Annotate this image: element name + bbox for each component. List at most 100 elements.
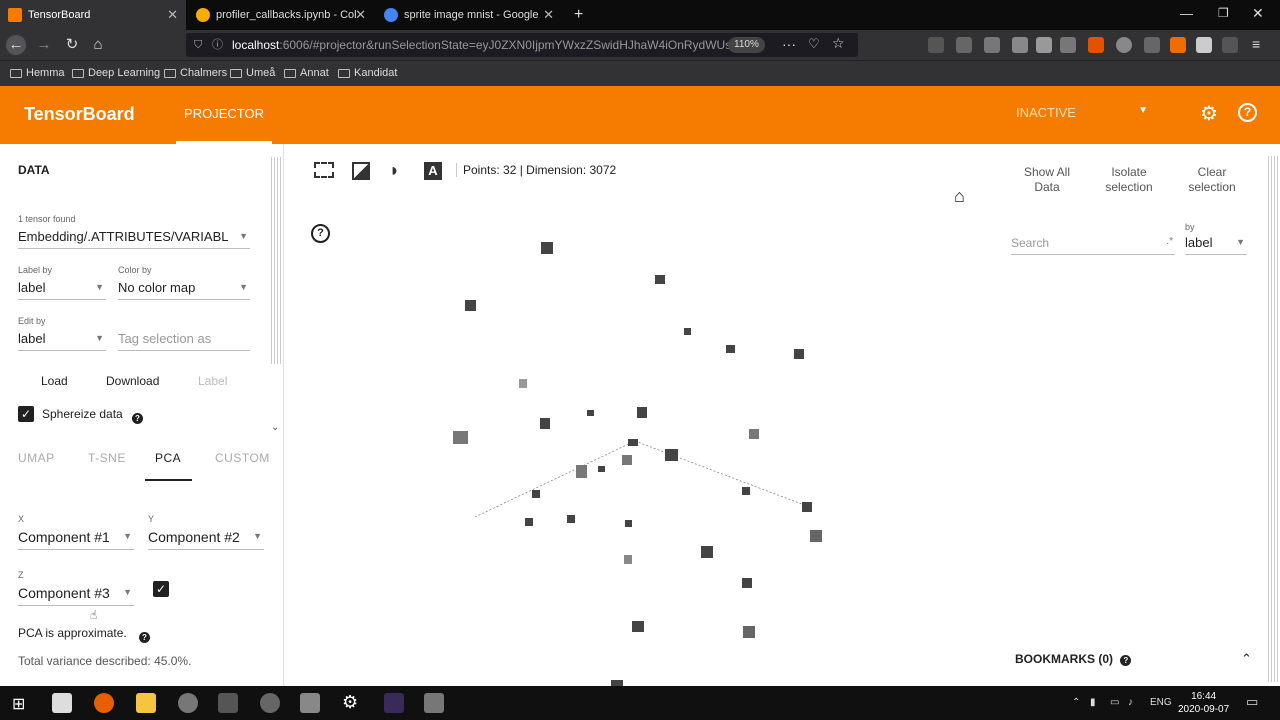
x-component-select[interactable]: Component #1 ▼ <box>18 529 134 550</box>
back-icon[interactable]: ← <box>6 35 26 55</box>
sprite-point[interactable] <box>622 455 632 465</box>
pca-scatter-plot[interactable] <box>285 144 1265 686</box>
tab-tensorboard[interactable]: TensorBoard ✕ <box>0 0 186 30</box>
sprite-point[interactable] <box>743 626 755 638</box>
extension-icon[interactable] <box>984 37 1000 53</box>
sprite-point[interactable] <box>726 345 735 353</box>
sprite-point[interactable] <box>624 555 632 564</box>
sprite-point[interactable] <box>541 242 553 254</box>
windows-start-icon[interactable]: ⊞ <box>12 694 25 714</box>
app-icon[interactable] <box>424 693 444 713</box>
pocket-icon[interactable]: ♡ <box>808 36 820 52</box>
close-tab-icon[interactable]: ✕ <box>355 7 366 23</box>
tray-chevron-icon[interactable]: ⌃ <box>1072 697 1080 708</box>
sprite-point[interactable] <box>532 490 540 498</box>
bookmark-folder[interactable]: Kandidat <box>338 67 397 79</box>
z-component-select[interactable]: Component #3 ▼ <box>18 585 134 606</box>
sprite-point[interactable] <box>794 349 804 359</box>
file-explorer-icon[interactable] <box>136 693 156 713</box>
tab-colab[interactable]: profiler_callbacks.ipynb - Col ✕ <box>188 0 374 30</box>
sprite-point[interactable] <box>655 275 665 284</box>
menu-icon[interactable]: ≡ <box>1252 36 1260 52</box>
settings-icon[interactable]: ⚙ <box>1200 101 1218 126</box>
sprite-point[interactable] <box>802 502 812 512</box>
sprite-point[interactable] <box>810 530 822 542</box>
label-by-select[interactable]: label ▼ <box>18 280 106 300</box>
close-tab-icon[interactable]: ✕ <box>167 7 178 23</box>
premiere-icon[interactable] <box>384 693 404 713</box>
notifications-icon[interactable]: ▭ <box>1246 694 1258 710</box>
download-button[interactable]: Download <box>106 374 159 388</box>
sprite-point[interactable] <box>665 449 678 461</box>
extension-icon[interactable] <box>1222 37 1238 53</box>
app-icon[interactable] <box>260 693 280 713</box>
restore-icon[interactable]: ❐ <box>1218 6 1229 20</box>
canvas-scrollbar[interactable] <box>1268 156 1278 682</box>
sprite-point[interactable] <box>742 487 750 495</box>
firefox-icon[interactable] <box>94 693 114 713</box>
sprite-point[interactable] <box>625 520 632 527</box>
extension-icon[interactable] <box>1170 37 1186 53</box>
tab-projector[interactable]: PROJECTOR <box>176 86 272 144</box>
help-icon[interactable]: ? <box>132 408 143 426</box>
sprite-point[interactable] <box>749 429 759 439</box>
new-tab-button[interactable]: + <box>566 0 586 30</box>
minimize-icon[interactable]: — <box>1180 6 1193 21</box>
more-actions-icon[interactable]: ··· <box>782 36 796 52</box>
terminal-icon[interactable] <box>218 693 238 713</box>
photos-icon[interactable] <box>300 693 320 713</box>
sprite-point[interactable] <box>465 300 476 311</box>
sprite-point[interactable] <box>587 410 594 416</box>
language-indicator[interactable]: ENG <box>1150 697 1172 708</box>
forward-icon[interactable]: → <box>34 35 54 55</box>
sprite-point[interactable] <box>742 578 752 588</box>
sidebar-icon[interactable] <box>956 37 972 53</box>
settings-icon[interactable]: ⚙ <box>342 692 358 713</box>
library-icon[interactable] <box>928 37 944 53</box>
tab-tsne[interactable]: T-SNE <box>88 451 126 465</box>
edit-by-select[interactable]: label ▼ <box>18 331 106 351</box>
star-icon[interactable]: ☆ <box>832 35 845 52</box>
run-select[interactable]: INACTIVE ▼ <box>1016 105 1156 120</box>
extension-icon[interactable] <box>1036 37 1052 53</box>
extension-icon[interactable] <box>1116 37 1132 53</box>
help-icon[interactable]: ? <box>139 627 150 645</box>
pc-app-icon[interactable] <box>52 693 72 713</box>
load-button[interactable]: Load <box>41 374 68 388</box>
microphone-icon[interactable]: ▮ <box>1090 697 1096 708</box>
help-icon[interactable]: ? <box>1238 103 1257 122</box>
y-component-select[interactable]: Component #2 ▼ <box>148 529 264 550</box>
taskbar-clock[interactable]: 16:44 2020-09-07 <box>1178 690 1229 716</box>
bookmark-folder[interactable]: Deep Learning <box>72 67 160 79</box>
bookmark-folder[interactable]: Hemma <box>10 67 65 79</box>
tensor-select[interactable]: Embedding/.ATTRIBUTES/VARIABL ▼ <box>18 229 250 249</box>
sphereize-checkbox[interactable]: ✓ <box>18 406 34 422</box>
extension-icon[interactable] <box>1196 37 1212 53</box>
volume-icon[interactable]: ♪ <box>1128 697 1133 708</box>
tab-google[interactable]: sprite image mnist - Google ✕ <box>376 0 562 30</box>
sprite-point[interactable] <box>519 379 527 388</box>
spotify-icon[interactable] <box>178 693 198 713</box>
bookmark-folder[interactable]: Chalmers <box>164 67 227 79</box>
label-button[interactable]: Label <box>198 374 227 388</box>
bookmark-folder[interactable]: Annat <box>284 67 329 79</box>
sprite-point[interactable] <box>637 407 647 418</box>
sprite-point[interactable] <box>576 465 587 478</box>
tab-pca[interactable]: PCA <box>155 451 181 465</box>
zoom-indicator[interactable]: 110% <box>728 37 765 53</box>
tab-umap[interactable]: UMAP <box>18 451 55 465</box>
sprite-point[interactable] <box>684 328 691 335</box>
sprite-point[interactable] <box>525 518 533 526</box>
close-tab-icon[interactable]: ✕ <box>543 7 554 23</box>
panel-scrollbar[interactable] <box>271 157 281 364</box>
network-icon[interactable]: ▭ <box>1110 697 1119 708</box>
bookmark-folder[interactable]: Umeå <box>230 67 275 79</box>
extension-icon[interactable] <box>1060 37 1076 53</box>
close-window-icon[interactable]: ✕ <box>1252 5 1264 22</box>
home-icon[interactable]: ⌂ <box>88 35 108 55</box>
extension-icon[interactable] <box>1012 37 1028 53</box>
extension-icon[interactable] <box>1088 37 1104 53</box>
sprite-point[interactable] <box>540 418 550 429</box>
sprite-point[interactable] <box>567 515 575 523</box>
sprite-point[interactable] <box>453 431 468 444</box>
